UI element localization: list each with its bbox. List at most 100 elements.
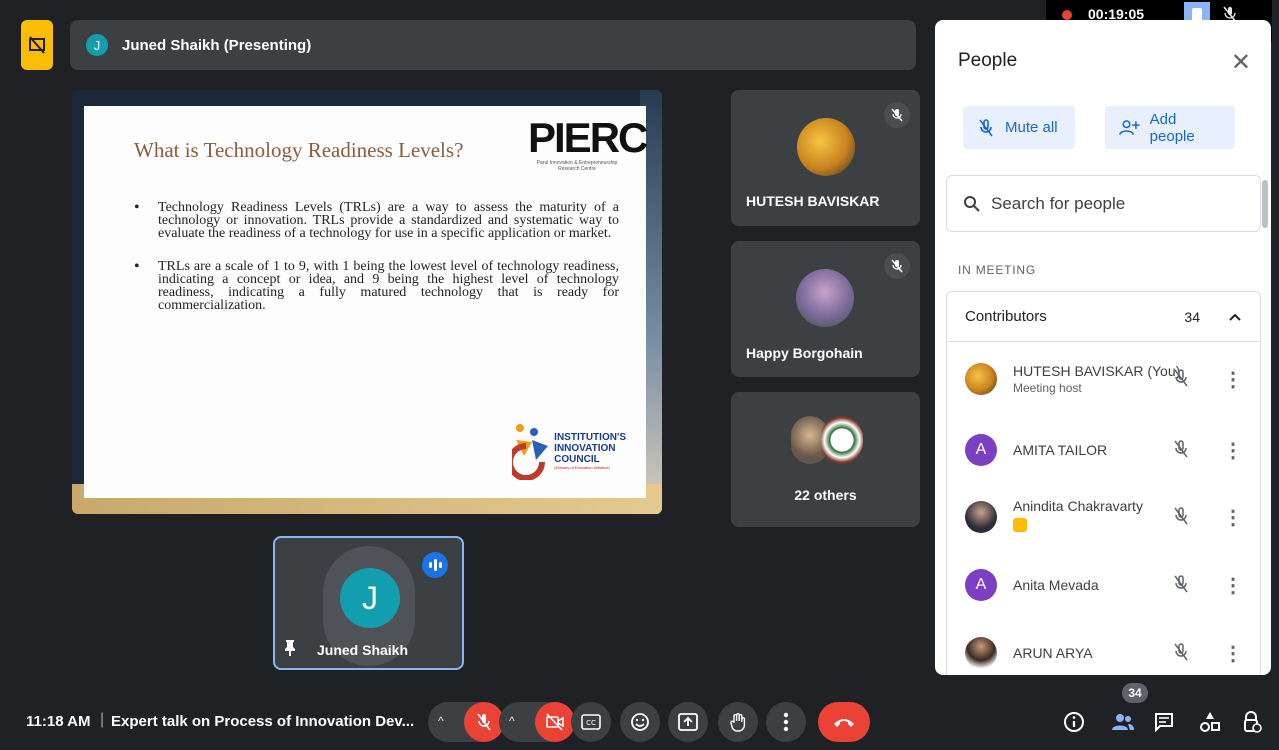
pierc-logo-text: PIERC — [528, 114, 648, 161]
pin-icon[interactable] — [283, 638, 297, 661]
hang-up-icon — [834, 719, 854, 727]
participant-avatar — [965, 637, 997, 669]
mic-off-icon — [477, 713, 491, 731]
participant-name: Anindita Chakravarty — [1013, 497, 1143, 514]
people-count-badge: 34 — [1122, 683, 1148, 703]
microphone-off-button[interactable] — [464, 702, 504, 742]
presenter-avatar: J — [86, 34, 108, 56]
more-options-icon[interactable]: ⋮ — [1223, 505, 1243, 530]
participant-photo — [797, 118, 855, 176]
more-options-button[interactable] — [766, 702, 806, 742]
iic-line: INSTITUTION'S — [554, 431, 626, 443]
captions-button[interactable]: CC — [571, 702, 611, 742]
more-options-icon[interactable]: ⋮ — [1223, 367, 1243, 392]
mic-off-icon[interactable] — [1173, 506, 1189, 531]
add-people-button[interactable]: Add people — [1105, 106, 1235, 149]
reactions-button[interactable] — [620, 702, 660, 742]
self-avatar: J — [340, 568, 400, 628]
participant-row[interactable]: A Anita Mevada ⋮ — [947, 560, 1260, 610]
more-vert-icon — [783, 712, 789, 732]
recording-dot-icon — [1062, 10, 1072, 20]
separator: | — [100, 711, 105, 728]
pierc-logo: PIERC Parul Innovation & Entrepreneurshi… — [528, 114, 648, 173]
svg-text:CC: CC — [586, 719, 596, 727]
raise-hand-button[interactable] — [718, 702, 758, 742]
slide-bullet: TRLs are a scale of 1 to 9, with 1 being… — [134, 260, 619, 313]
participant-row[interactable]: HUTESH BAVISKAR (You) Meeting host ⋮ — [947, 354, 1260, 404]
participant-name: HUTESH BAVISKAR — [746, 193, 880, 209]
group-label: Contributors — [965, 308, 1047, 325]
participant-name: HUTESH BAVISKAR (You) — [1013, 363, 1181, 379]
presenting-banner: J Juned Shaikh (Presenting) — [70, 20, 916, 70]
scrollbar[interactable] — [1262, 180, 1268, 228]
iic-line: INNOVATION — [554, 442, 616, 454]
clock: 11:18 AM — [26, 713, 91, 730]
self-name: Juned Shaikh — [317, 642, 409, 658]
people-icon[interactable] — [1111, 710, 1135, 734]
participant-row[interactable]: Anindita Chakravarty ⋮ — [947, 492, 1260, 542]
add-people-label: Add people — [1149, 110, 1195, 145]
mic-off-icon[interactable] — [1173, 368, 1189, 393]
participant-name: AMITA TAILOR — [1013, 442, 1108, 458]
participant-avatar: A — [965, 569, 997, 601]
more-options-icon[interactable]: ⋮ — [1223, 641, 1243, 666]
people-panel: People ✕ Mute all Add people IN MEETING … — [935, 20, 1271, 675]
participant-row[interactable]: A AMITA TAILOR ⋮ — [947, 425, 1260, 475]
search-icon — [964, 195, 980, 212]
bottom-toolbar: 11:18 AM | Expert talk on Process of Inn… — [0, 680, 1279, 750]
slide-bullets: Technology Readiness Levels (TRLs) are a… — [134, 201, 619, 332]
mic-off-icon[interactable] — [1173, 642, 1189, 667]
contributors-group: Contributors 34 HUTESH BAVISKAR (You) Me… — [946, 291, 1261, 675]
contributors-header[interactable]: Contributors 34 — [947, 292, 1260, 342]
mute-all-label: Mute all — [1005, 119, 1058, 136]
others-count: 22 others — [794, 487, 857, 503]
participant-tile[interactable]: Happy Borgohain — [731, 241, 920, 377]
iic-logo: INSTITUTION'S INNOVATION COUNCIL (Minist… — [507, 422, 626, 481]
mic-off-icon — [884, 102, 910, 128]
add-person-icon — [1119, 119, 1140, 135]
leave-call-button[interactable] — [818, 702, 870, 742]
participant-name: Happy Borgohain — [746, 345, 863, 361]
iic-logo-text: INSTITUTION'S INNOVATION COUNCIL (Minist… — [554, 432, 626, 471]
participant-photo — [821, 416, 863, 464]
close-icon[interactable]: ✕ — [1231, 48, 1251, 77]
stop-presenting-icon[interactable] — [21, 20, 53, 70]
participant-name: Anita Mevada — [1013, 577, 1099, 593]
slide-title: What is Technology Readiness Levels? — [134, 138, 464, 162]
self-tile[interactable]: J Juned Shaikh — [273, 536, 464, 670]
search-input[interactable] — [991, 193, 1231, 214]
more-options-icon[interactable]: ⋮ — [1223, 438, 1243, 463]
camera-off-button[interactable] — [535, 702, 575, 742]
mic-off-icon[interactable] — [1173, 439, 1189, 464]
meeting-details-icon[interactable] — [1062, 710, 1086, 734]
chevron-up-icon[interactable]: ^ — [438, 714, 444, 728]
shared-screen: What is Technology Readiness Levels? Tec… — [72, 90, 662, 514]
participant-row[interactable]: ARUN ARYA ⋮ — [947, 628, 1260, 675]
participant-avatar: A — [965, 434, 997, 466]
search-field[interactable] — [946, 175, 1261, 232]
presenter-title: Juned Shaikh (Presenting) — [122, 36, 312, 54]
chevron-up-icon[interactable] — [1228, 312, 1242, 322]
mic-control-group: ^ — [428, 702, 504, 742]
chevron-up-icon[interactable]: ^ — [509, 714, 515, 728]
mic-off-icon — [979, 118, 993, 136]
participant-name: ARUN ARYA — [1013, 645, 1093, 661]
host-controls-icon[interactable] — [1240, 710, 1264, 734]
participant-avatar — [965, 363, 997, 395]
present-now-button[interactable] — [668, 702, 708, 742]
slide-bullet: Technology Readiness Levels (TRLs) are a… — [134, 201, 619, 241]
present-screen-icon — [678, 713, 698, 731]
mute-all-button[interactable]: Mute all — [963, 106, 1075, 149]
group-count: 34 — [1184, 308, 1200, 325]
section-label: IN MEETING — [958, 263, 1037, 277]
iic-logo-mark — [507, 422, 550, 481]
mic-off-icon[interactable] — [1173, 574, 1189, 599]
participant-tile[interactable]: HUTESH BAVISKAR — [731, 90, 920, 226]
others-tile[interactable]: 22 others — [731, 392, 920, 527]
chat-icon[interactable] — [1152, 710, 1176, 734]
activities-icon[interactable] — [1198, 710, 1222, 734]
mic-off-icon — [884, 253, 910, 279]
participant-photo — [796, 269, 854, 327]
more-options-icon[interactable]: ⋮ — [1223, 573, 1243, 598]
participant-avatar — [965, 501, 997, 533]
